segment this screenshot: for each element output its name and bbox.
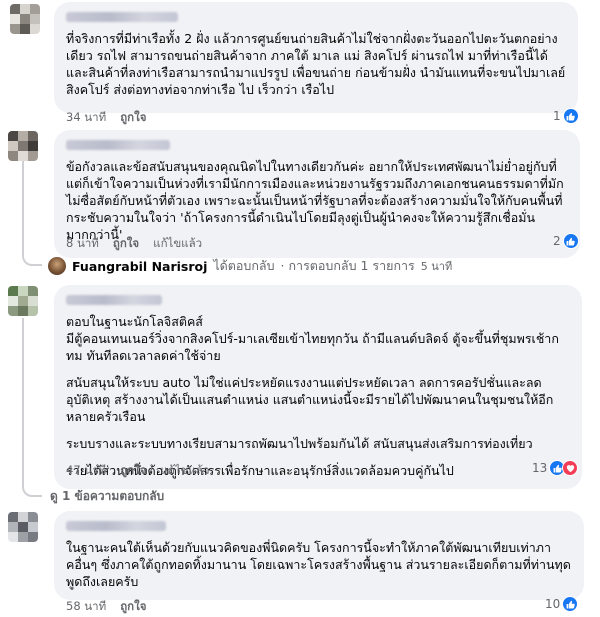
- comment-paragraph: ที่จริงการที่มีท่าเรือทั้ง 2 ฝั่ง แล้วกา…: [66, 31, 566, 97]
- reply-author-name[interactable]: Fuangrabil Narisroj: [72, 259, 207, 274]
- reaction-count: 2: [553, 234, 561, 248]
- author-name[interactable]: [66, 12, 178, 22]
- avatar[interactable]: [8, 131, 38, 161]
- thumbs-up-icon: [562, 596, 579, 612]
- reaction-summary[interactable]: 1: [553, 108, 579, 124]
- comment-paragraph: ตอบในฐานะนักโลจิสติคส์: [66, 314, 203, 329]
- comment-paragraph: ข้อกังวลและข้อสนับสนุนของคุณนิดไปในทางเด…: [66, 159, 564, 242]
- like-button[interactable]: ถูกใจ: [120, 598, 146, 616]
- reply-time: 5 นาที: [420, 260, 453, 273]
- comment-paragraph: ระบบรางและระบบทางเรียบสามารถพัฒนาไปพร้อม…: [66, 436, 533, 451]
- view-replies-link[interactable]: ดู 1 ข้อความตอบกลับ: [50, 487, 164, 506]
- reaction-summary[interactable]: 13: [532, 460, 579, 476]
- reaction-summary[interactable]: 2: [553, 233, 579, 249]
- comment-time[interactable]: 8 นาที: [66, 235, 99, 253]
- comment-text: ในฐานะคนใต้เห็นด้วยกับแนวคิดของพี่นิดครั…: [66, 539, 572, 590]
- comment-actions: 58 นาที ถูกใจ: [66, 598, 146, 616]
- comment-text: ตอบในฐานะนักโลจิสติคส์ มีตู้คอนเทนเนอร์ว…: [66, 313, 570, 479]
- author-name[interactable]: [66, 295, 162, 305]
- reaction-summary[interactable]: 10: [545, 596, 579, 612]
- comment-time[interactable]: 58 นาที: [66, 598, 106, 616]
- reply-preview[interactable]: Fuangrabil Narisroj ได้ตอบกลับ · การตอบก…: [48, 256, 452, 276]
- comment-paragraph: สนับสนุนให้ระบบ auto ไม่ใช่แค่ประหยัดแรง…: [66, 375, 554, 424]
- heart-icon: [562, 460, 579, 476]
- reply-author-avatar: [48, 257, 66, 275]
- reaction-count: 13: [532, 461, 548, 475]
- comment-bubble: ที่จริงการที่มีท่าเรือทั้ง 2 ฝั่ง แล้วกา…: [54, 2, 578, 113]
- comment-actions: 47 นาที ถูกใจ แก้ไขแล้ว: [66, 462, 209, 480]
- comment-text: ที่จริงการที่มีท่าเรือทั้ง 2 ฝั่ง แล้วกา…: [66, 30, 566, 98]
- comment-time[interactable]: 34 นาที: [66, 109, 106, 127]
- edited-label: แก้ไขแล้ว: [160, 463, 210, 477]
- comment-time[interactable]: 47 นาที: [66, 462, 106, 480]
- thread-curve: [22, 483, 42, 497]
- reply-count: · การตอบกลับ 1 รายการ: [280, 258, 415, 273]
- reaction-count: 1: [553, 109, 561, 123]
- avatar[interactable]: [10, 4, 40, 34]
- avatar[interactable]: [8, 512, 38, 542]
- author-name[interactable]: [66, 521, 166, 531]
- thread-line: [22, 318, 24, 483]
- author-name[interactable]: [66, 140, 170, 150]
- thumbs-up-icon: [562, 233, 579, 249]
- reaction-count: 10: [545, 597, 561, 611]
- edited-label: แก้ไขแล้ว: [153, 236, 203, 250]
- like-button[interactable]: ถูกใจ: [120, 109, 146, 127]
- comment-paragraph: มีตู้คอนเทนเนอร์วิ่งจากสิงคโปร์-มาเลเซีย…: [66, 331, 559, 363]
- thumbs-up-icon: [562, 108, 579, 124]
- comment-paragraph: ในฐานะคนใต้เห็นด้วยกับแนวคิดของพี่นิดครั…: [66, 540, 571, 589]
- comment-text: ข้อกังวลและข้อสนับสนุนของคุณนิดไปในทางเด…: [66, 158, 568, 243]
- thread-curve: [22, 252, 42, 266]
- comment-actions: 34 นาที ถูกใจ: [66, 109, 146, 127]
- more-replies-label: ดู 1 ข้อความตอบกลับ: [50, 489, 165, 503]
- comment-bubble: ตอบในฐานะนักโลจิสติคส์ มีตู้คอนเทนเนอร์ว…: [54, 285, 582, 489]
- comment-actions: 8 นาที ถูกใจ แก้ไขแล้ว: [66, 235, 202, 253]
- comment-bubble: ในฐานะคนใต้เห็นด้วยกับแนวคิดของพี่นิดครั…: [54, 511, 584, 600]
- like-button[interactable]: ถูกใจ: [113, 235, 139, 253]
- reply-action: ได้ตอบกลับ: [213, 258, 275, 273]
- like-button[interactable]: ถูกใจ: [120, 462, 146, 480]
- avatar[interactable]: [8, 286, 38, 316]
- thread-line: [22, 156, 24, 256]
